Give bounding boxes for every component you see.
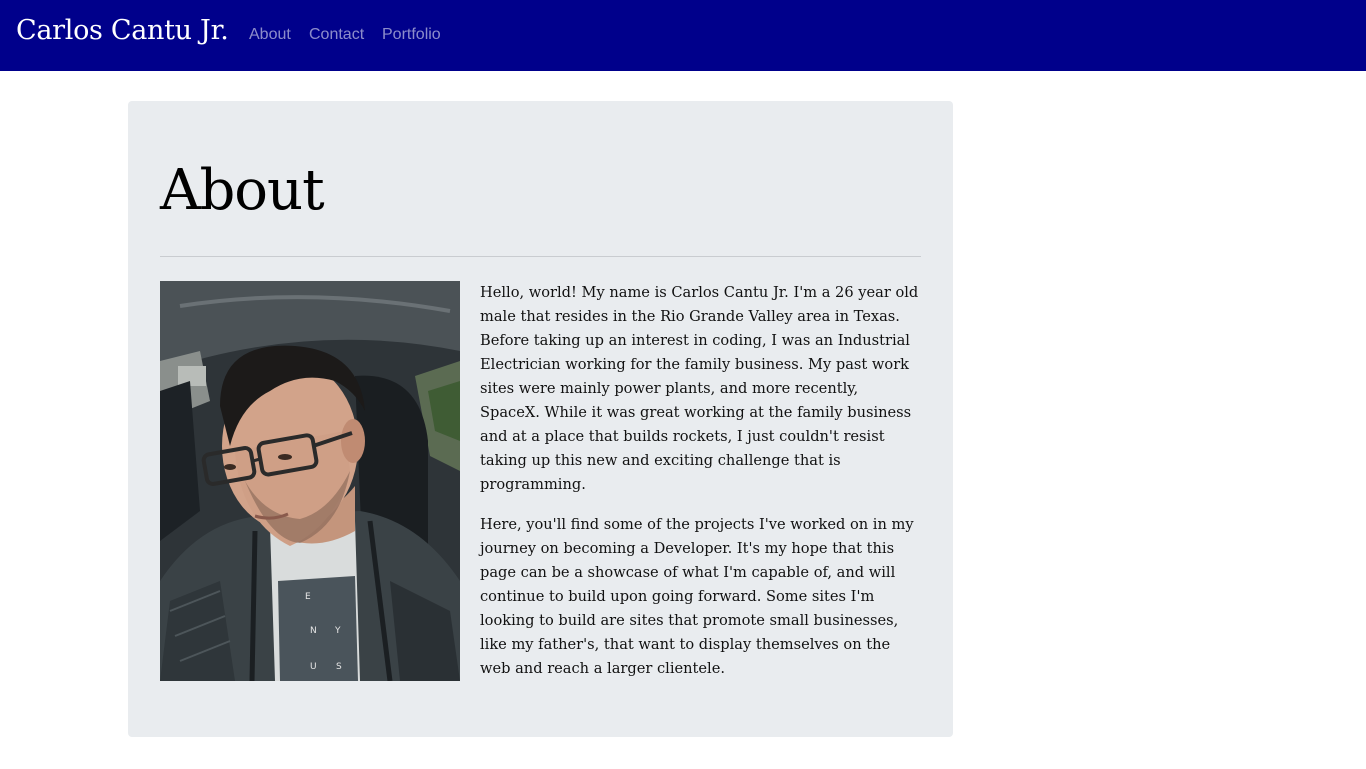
nav-link-portfolio[interactable]: Portfolio [382, 26, 441, 44]
bio-paragraph: Hello, world! My name is Carlos Cantu Jr… [480, 284, 919, 493]
navbar: Carlos Cantu Jr. About Contact Portfolio [0, 0, 1366, 71]
brand-link[interactable]: Carlos Cantu Jr. [16, 15, 229, 46]
svg-text:U: U [310, 662, 317, 672]
profile-photo: E N Y U S [160, 281, 460, 681]
divider [160, 256, 921, 257]
bio-paragraph: Here, you'll find some of the projects I… [480, 516, 914, 677]
svg-text:N: N [310, 626, 317, 636]
page-title: About [160, 158, 325, 223]
nav-link-contact[interactable]: Contact [309, 26, 364, 44]
bio-text: Hello, world! My name is Carlos Cantu Jr… [480, 281, 922, 697]
svg-text:Y: Y [334, 626, 341, 636]
svg-text:S: S [336, 662, 342, 672]
about-panel: About E N Y U S Hello, world! My name is… [128, 101, 953, 737]
nav-link-about[interactable]: About [249, 26, 291, 44]
svg-text:E: E [305, 592, 311, 602]
